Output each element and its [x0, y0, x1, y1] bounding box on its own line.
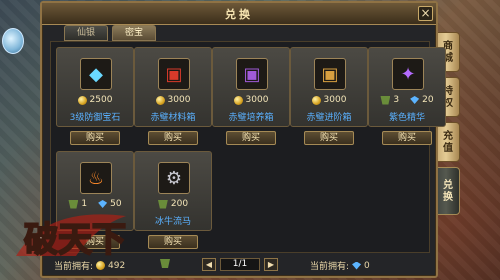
scroll-icon [157, 199, 168, 209]
shop-item[interactable]: ◆ 2500 3级防御宝石 [56, 47, 134, 127]
shop-item[interactable]: ▣ 3000 赤璧材料箱 [134, 47, 212, 127]
window-title: 兑换 [225, 8, 253, 21]
blue-crystal-icon[interactable]: ◆ [80, 58, 112, 90]
price-value: 3000 [245, 95, 269, 105]
scroll-icon [380, 95, 391, 105]
price-value: 2500 [89, 95, 113, 105]
owned-left: 当前拥有: 492 [54, 259, 126, 273]
price-row: 3000 [135, 94, 211, 106]
mech-mount-icon[interactable]: ⚙ [158, 162, 190, 194]
footer-bar: 当前拥有: 492 ◀ 1/1 ▶ 当前拥有: 0 [42, 255, 436, 277]
prev-page-button[interactable]: ◀ [202, 258, 216, 271]
item-name: 赤璧培养箱 [228, 113, 274, 123]
price-value: 3000 [167, 95, 191, 105]
item-name: 3级防御宝石 [69, 113, 121, 123]
close-button[interactable]: × [418, 6, 433, 21]
coin-icon [77, 95, 87, 105]
price-row: 3000 [291, 94, 367, 106]
owned-right: 当前拥有: 0 [310, 259, 370, 273]
price-row: 2500 [57, 94, 133, 106]
coin-icon [155, 95, 165, 105]
token-icon [160, 259, 170, 268]
owned-value: 492 [108, 260, 126, 271]
price-value-secondary: 50 [110, 199, 122, 209]
shop-item[interactable]: ♨ 1 50 [56, 151, 134, 231]
price-value: 1 [81, 199, 88, 209]
side-tab-label: 充值 [440, 130, 452, 154]
tab-treasure[interactable]: 密宝 [112, 25, 156, 41]
shop-item[interactable]: ✦ 3 20 紫色精华 [368, 47, 446, 127]
coin-icon [233, 95, 243, 105]
buy-button[interactable]: 购买 [304, 131, 354, 145]
owned-label: 当前拥有: [54, 262, 94, 272]
item-name: 冰牛流马 [154, 217, 191, 227]
buy-button[interactable]: 购买 [148, 235, 198, 249]
price-value: 3 [393, 95, 400, 105]
purple-chest-icon[interactable]: ▣ [236, 58, 268, 90]
purple-essence-icon[interactable]: ✦ [392, 58, 424, 90]
price-row: 3000 [213, 94, 289, 106]
buy-button[interactable]: 购买 [382, 131, 432, 145]
price-row: 3 20 [369, 94, 445, 106]
shop-item[interactable]: ▣ 3000 赤璧进阶箱 [290, 47, 368, 127]
title-bar: 兑换 × [42, 3, 436, 25]
red-chest-icon[interactable]: ▣ [158, 58, 190, 90]
buy-button[interactable]: 购买 [70, 235, 120, 249]
item-name: 赤璧进阶箱 [306, 113, 352, 123]
shop-item[interactable]: ▣ 3000 赤璧培养箱 [212, 47, 290, 127]
price-value: 200 [170, 199, 189, 209]
scroll-icon [68, 199, 79, 209]
coin-icon [96, 261, 106, 270]
chat-bubble-icon[interactable] [2, 28, 24, 54]
currency-icon-slot [160, 259, 170, 268]
gem-icon [352, 261, 362, 270]
price-value-secondary: 20 [422, 95, 434, 105]
coin-icon [311, 95, 321, 105]
item-name: 紫色精华 [388, 113, 425, 123]
price-row: 1 50 [57, 198, 133, 210]
page-indicator: 1/1 [220, 258, 260, 271]
buy-button[interactable]: 购买 [70, 131, 120, 145]
fire-lantern-icon[interactable]: ♨ [80, 162, 112, 194]
shop-item[interactable]: ⚙ 200 冰牛流马 [134, 151, 212, 231]
exchange-window: 兑换 × 仙银 密宝 ◆ 2500 3级防御宝石购买 ▣ 3000 赤璧材料箱购买 ▣ 300… [40, 1, 446, 278]
price-value: 3000 [323, 95, 347, 105]
gold-chest-icon[interactable]: ▣ [314, 58, 346, 90]
price-row: 200 [135, 198, 211, 210]
next-page-button[interactable]: ▶ [264, 258, 278, 271]
side-tab-label: 兑换 [440, 179, 452, 203]
gem-icon [98, 200, 108, 208]
pager: ◀ 1/1 ▶ [202, 258, 278, 271]
buy-button[interactable]: 购买 [148, 131, 198, 145]
owned-label: 当前拥有: [310, 262, 350, 272]
buy-button[interactable]: 购买 [226, 131, 276, 145]
tab-silver[interactable]: 仙银 [64, 25, 108, 41]
gem-icon [410, 96, 420, 104]
owned-value: 0 [364, 260, 370, 271]
item-name: 赤璧材料箱 [150, 113, 196, 123]
